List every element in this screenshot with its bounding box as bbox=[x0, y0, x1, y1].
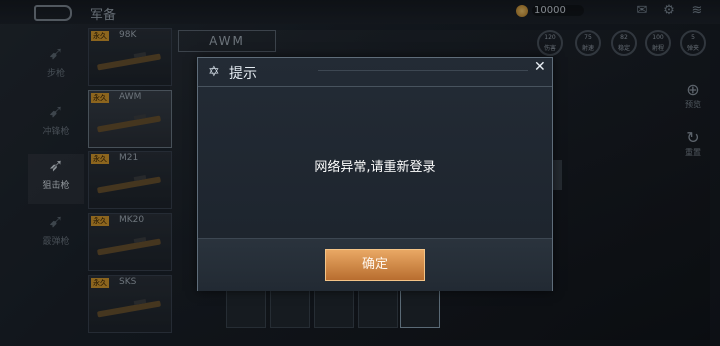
close-icon[interactable]: ✕ bbox=[534, 59, 546, 75]
alert-dialog: ✡ 提示 ✕ 网络异常,请重新登录 确定 bbox=[197, 57, 553, 291]
dialog-title: 提示 bbox=[229, 66, 257, 82]
dialog-footer: 确定 bbox=[198, 238, 552, 291]
dialog-message: 网络异常,请重新登录 bbox=[314, 160, 436, 175]
header-divider bbox=[318, 70, 528, 71]
confirm-button[interactable]: 确定 bbox=[325, 249, 425, 281]
dialog-header: ✡ 提示 ✕ bbox=[198, 58, 552, 87]
star-emblem-icon: ✡ bbox=[208, 64, 220, 80]
